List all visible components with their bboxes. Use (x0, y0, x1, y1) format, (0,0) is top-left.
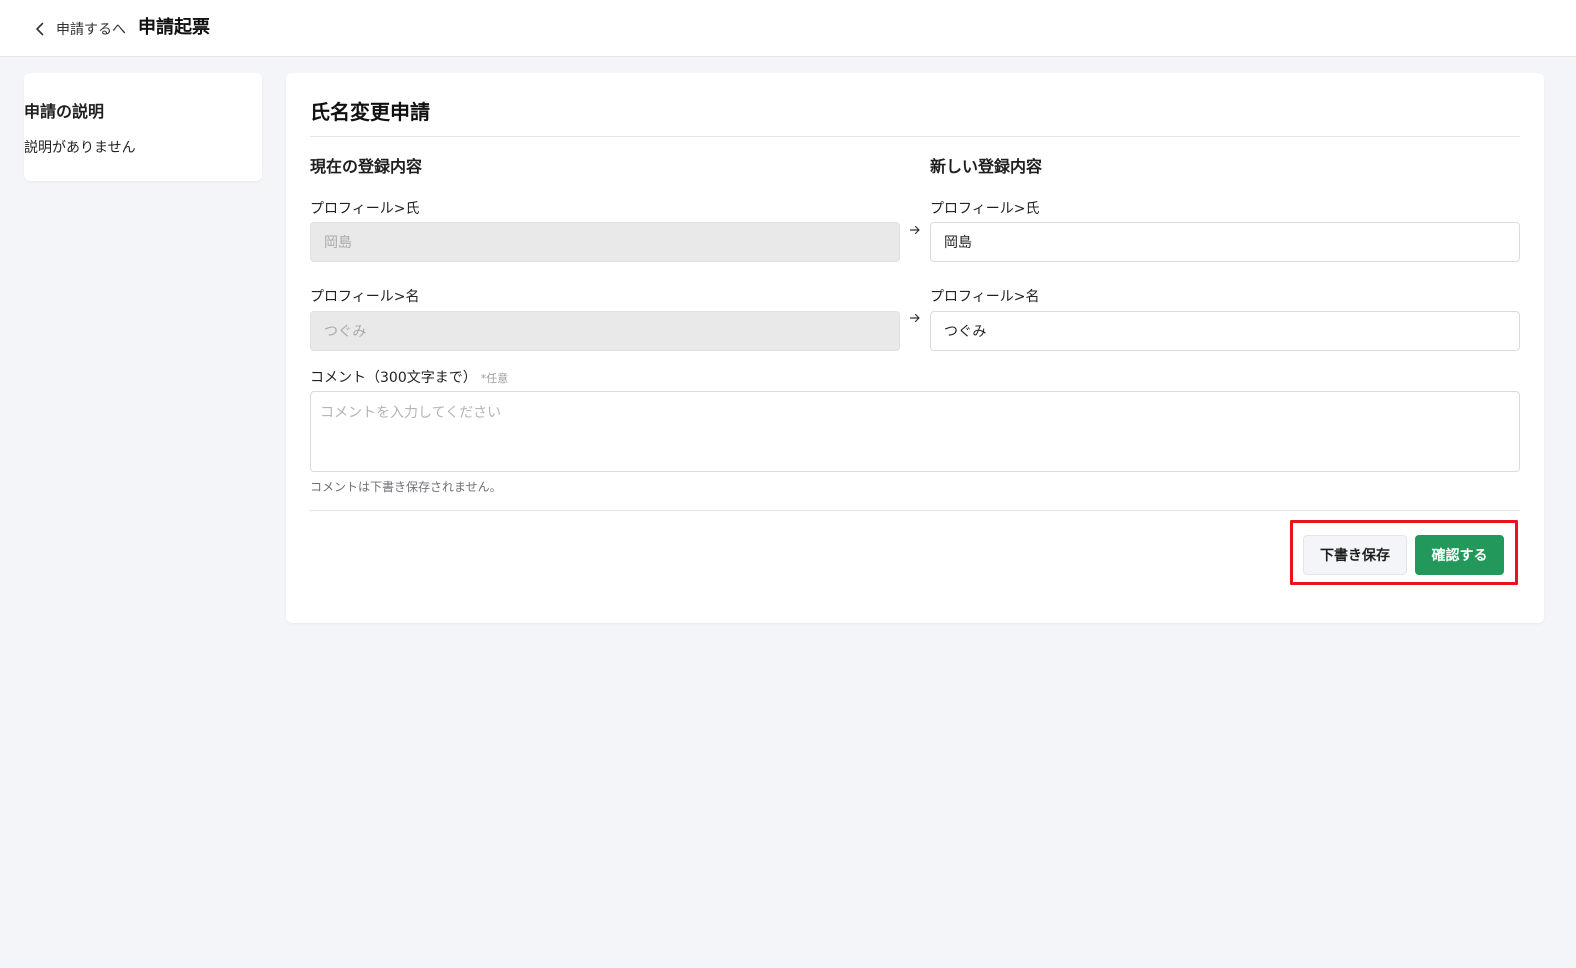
new-field-label-given-name: プロフィール>名 (930, 289, 1040, 305)
current-surname-field: 岡島 (310, 222, 900, 262)
description-card (24, 73, 262, 181)
new-field-label-surname: プロフィール>氏 (930, 201, 1040, 217)
description-title: 申請の説明 (24, 102, 105, 121)
save-draft-button[interactable]: 下書き保存 (1303, 535, 1407, 575)
application-form-card: 氏名変更申請 現在の登録内容 新しい登録内容 プロフィール>氏 岡島 プロフィー… (286, 73, 1544, 623)
comment-label: コメント（300文字まで） *任意 (310, 367, 508, 387)
current-field-label-given-name: プロフィール>名 (310, 289, 420, 305)
optional-mark: *任意 (480, 372, 509, 385)
top-bar: 申請するへ 申請起票 (0, 0, 1576, 57)
comment-hint: コメントは下書き保存されません。 (310, 480, 502, 494)
divider (310, 510, 1520, 511)
back-link-label: 申請するへ (56, 22, 126, 38)
arrow-right-icon (909, 225, 920, 235)
comment-textarea[interactable]: コメントを入力してください (310, 391, 1520, 472)
new-surname-input[interactable]: 岡島 (930, 222, 1520, 262)
new-given-name-input[interactable]: つぐみ (930, 311, 1520, 351)
form-title: 氏名変更申請 (310, 100, 430, 124)
comment-label-text: コメント（300文字まで） (310, 370, 477, 386)
current-field-label-surname: プロフィール>氏 (310, 201, 420, 217)
confirm-button[interactable]: 確認する (1415, 535, 1504, 575)
current-section-heading: 現在の登録内容 (310, 157, 423, 176)
divider (310, 136, 1520, 137)
arrow-right-icon (909, 313, 920, 323)
page-title: 申請起票 (138, 17, 210, 38)
description-text: 説明がありません (24, 140, 136, 156)
current-given-name-field: つぐみ (310, 311, 900, 351)
chevron-left-icon (36, 22, 44, 36)
back-link[interactable]: 申請するへ (32, 16, 126, 42)
new-section-heading: 新しい登録内容 (930, 157, 1043, 176)
